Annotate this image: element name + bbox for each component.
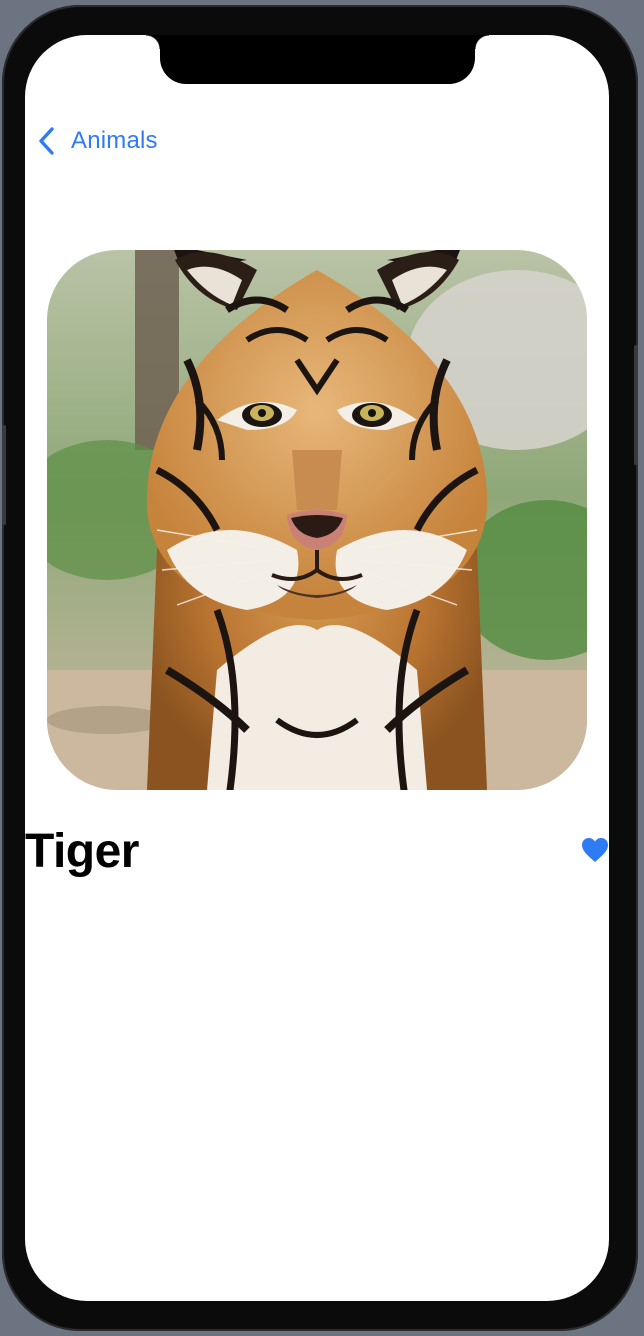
chevron-left-icon: [39, 127, 54, 155]
page-title: Tiger: [25, 825, 139, 878]
tiger-image: [47, 250, 587, 790]
volume-button: [2, 425, 6, 525]
back-button[interactable]: Animals: [37, 123, 158, 159]
animal-photo: [47, 250, 587, 790]
back-button-label: Animals: [71, 127, 158, 154]
side-button: [634, 345, 638, 465]
app-screen: Animals Tiger: [25, 35, 609, 1301]
heart-icon[interactable]: [581, 837, 609, 863]
notch: [146, 35, 475, 84]
